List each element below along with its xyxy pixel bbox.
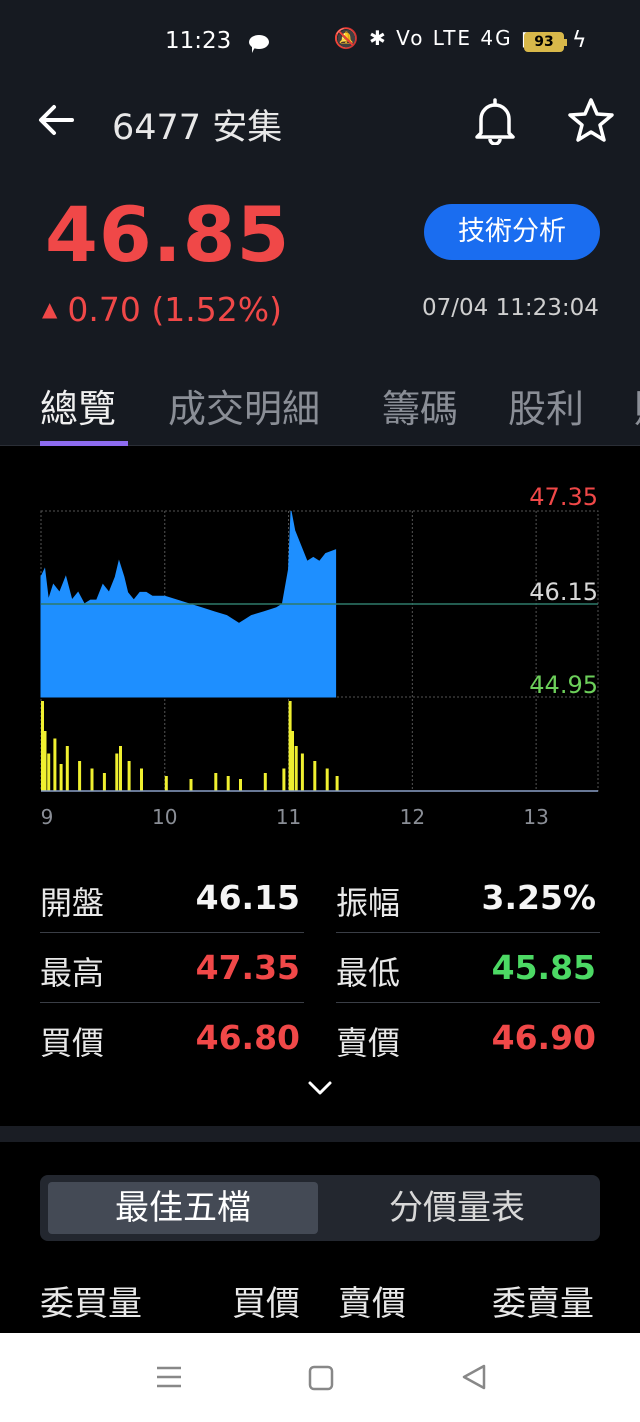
stat-value: 3.25% <box>481 878 597 917</box>
chart-svg: 47.35 46.15 44.95 9 10 11 12 13 <box>40 483 599 829</box>
active-tab-indicator <box>40 441 128 446</box>
high-price-label: 47.35 <box>529 483 598 511</box>
tab-chips[interactable]: 籌碼 <box>382 378 458 433</box>
home-icon[interactable] <box>308 1365 334 1391</box>
up-triangle-icon: ▲ <box>42 297 58 321</box>
back-triangle-icon[interactable] <box>460 1363 488 1391</box>
quote-timestamp: 07/04 11:23:04 <box>422 295 599 321</box>
stat-ask: 賣價 46.90 <box>336 1004 600 1073</box>
page-title: 6477 安集 <box>112 108 283 148</box>
stat-label: 最低 <box>336 954 401 992</box>
x-tick-label: 11 <box>276 805 301 829</box>
volume-bar <box>53 738 57 791</box>
stat-label: 開盤 <box>40 884 105 922</box>
x-tick-label: 10 <box>152 805 177 829</box>
charging-icon: ϟ <box>572 28 587 53</box>
stat-row: 買價 46.80 賣價 46.90 <box>40 1004 600 1074</box>
volume-bar <box>127 761 131 791</box>
stat-label: 振幅 <box>336 884 401 922</box>
tab-price-volume[interactable]: 分價量表 <box>322 1182 592 1234</box>
price-change: ▲ 0.70 (1.52%) <box>42 290 282 329</box>
section-divider <box>0 1126 640 1142</box>
volume-bar <box>102 773 106 791</box>
tab-bar: 總覽 成交明細 籌碼 股利 財 <box>0 372 640 446</box>
order-book-toggle: 最佳五檔 分價量表 <box>40 1175 600 1241</box>
stat-low: 最低 45.85 <box>336 934 600 1003</box>
status-bar: 11:23 🔕 ✱ Vo LTE 4G ▮▮▮ 93 ϟ <box>0 0 640 86</box>
volume-bar <box>140 768 143 791</box>
stat-row: 開盤 46.15 振幅 3.25% <box>40 864 600 934</box>
volume-bar <box>65 746 69 791</box>
volume-bar <box>282 768 286 791</box>
header-bid-volume: 委買量 <box>40 1284 142 1324</box>
favorite-star-icon[interactable] <box>567 97 615 143</box>
bell-icon[interactable] <box>473 97 517 145</box>
stat-label: 賣價 <box>336 1024 401 1062</box>
status-time: 11:23 <box>165 28 232 54</box>
back-arrow-icon[interactable] <box>36 100 76 140</box>
volume-bar <box>291 731 294 791</box>
stat-value: 45.85 <box>491 948 596 987</box>
price-change-value: 0.70 (1.52%) <box>67 290 282 329</box>
volume-bar <box>43 731 47 791</box>
header-bid-price: 買價 <box>232 1284 300 1324</box>
stat-open: 開盤 46.15 <box>40 864 304 933</box>
system-nav-bar <box>0 1333 640 1422</box>
stat-amplitude: 振幅 3.25% <box>336 864 600 933</box>
stat-label: 買價 <box>40 1024 105 1062</box>
volume-bar <box>115 753 119 791</box>
volume-bar <box>119 746 122 791</box>
stat-label: 最高 <box>40 954 105 992</box>
tab-overview[interactable]: 總覽 <box>40 378 116 433</box>
header-ask-volume: 委賣量 <box>492 1284 594 1324</box>
volume-bar <box>294 746 298 791</box>
volume-bar <box>214 773 218 791</box>
volume-bar <box>325 768 329 791</box>
volume-bar <box>59 764 63 791</box>
expand-chevron-icon[interactable] <box>306 1077 334 1099</box>
stat-bid: 買價 46.80 <box>40 1004 304 1073</box>
volume-bar <box>335 776 339 791</box>
volume-bar <box>239 779 242 791</box>
current-price: 46.85 <box>45 190 291 279</box>
tab-financials[interactable]: 財 <box>634 378 640 433</box>
header-ask-price: 賣價 <box>338 1284 406 1324</box>
volume-bar <box>189 779 193 791</box>
volume-bar <box>263 773 267 791</box>
tab-trade-details[interactable]: 成交明細 <box>168 378 320 433</box>
volume-bar <box>164 776 168 791</box>
stat-high: 最高 47.35 <box>40 934 304 1003</box>
volume-bar <box>78 761 82 791</box>
order-book-headers: 委買量 買價 賣價 委賣量 <box>0 1272 640 1332</box>
chat-icon <box>249 35 269 53</box>
battery-icon: 93 <box>524 32 567 52</box>
x-tick-label: 12 <box>400 805 425 829</box>
tab-dividends[interactable]: 股利 <box>508 378 584 433</box>
stat-row: 最高 47.35 最低 45.85 <box>40 934 600 1004</box>
stat-value: 46.80 <box>195 1018 300 1057</box>
stat-value: 47.35 <box>195 948 300 987</box>
tab-best-five[interactable]: 最佳五檔 <box>48 1182 318 1234</box>
x-tick-label: 13 <box>523 805 548 829</box>
menu-icon[interactable] <box>155 1365 183 1389</box>
stat-value: 46.15 <box>195 878 300 917</box>
volume-bar <box>47 753 51 791</box>
reference-price-label: 46.15 <box>529 578 598 606</box>
volume-bar <box>313 761 317 791</box>
stat-value: 46.90 <box>491 1018 596 1057</box>
volume-bar <box>226 776 230 791</box>
technical-analysis-button[interactable]: 技術分析 <box>424 204 600 260</box>
volume-bar <box>300 753 304 791</box>
x-tick-label: 9 <box>41 805 54 829</box>
intraday-chart[interactable]: 47.35 46.15 44.95 9 10 11 12 13 <box>0 447 640 847</box>
volume-bar <box>90 768 94 791</box>
low-price-label: 44.95 <box>529 671 598 699</box>
